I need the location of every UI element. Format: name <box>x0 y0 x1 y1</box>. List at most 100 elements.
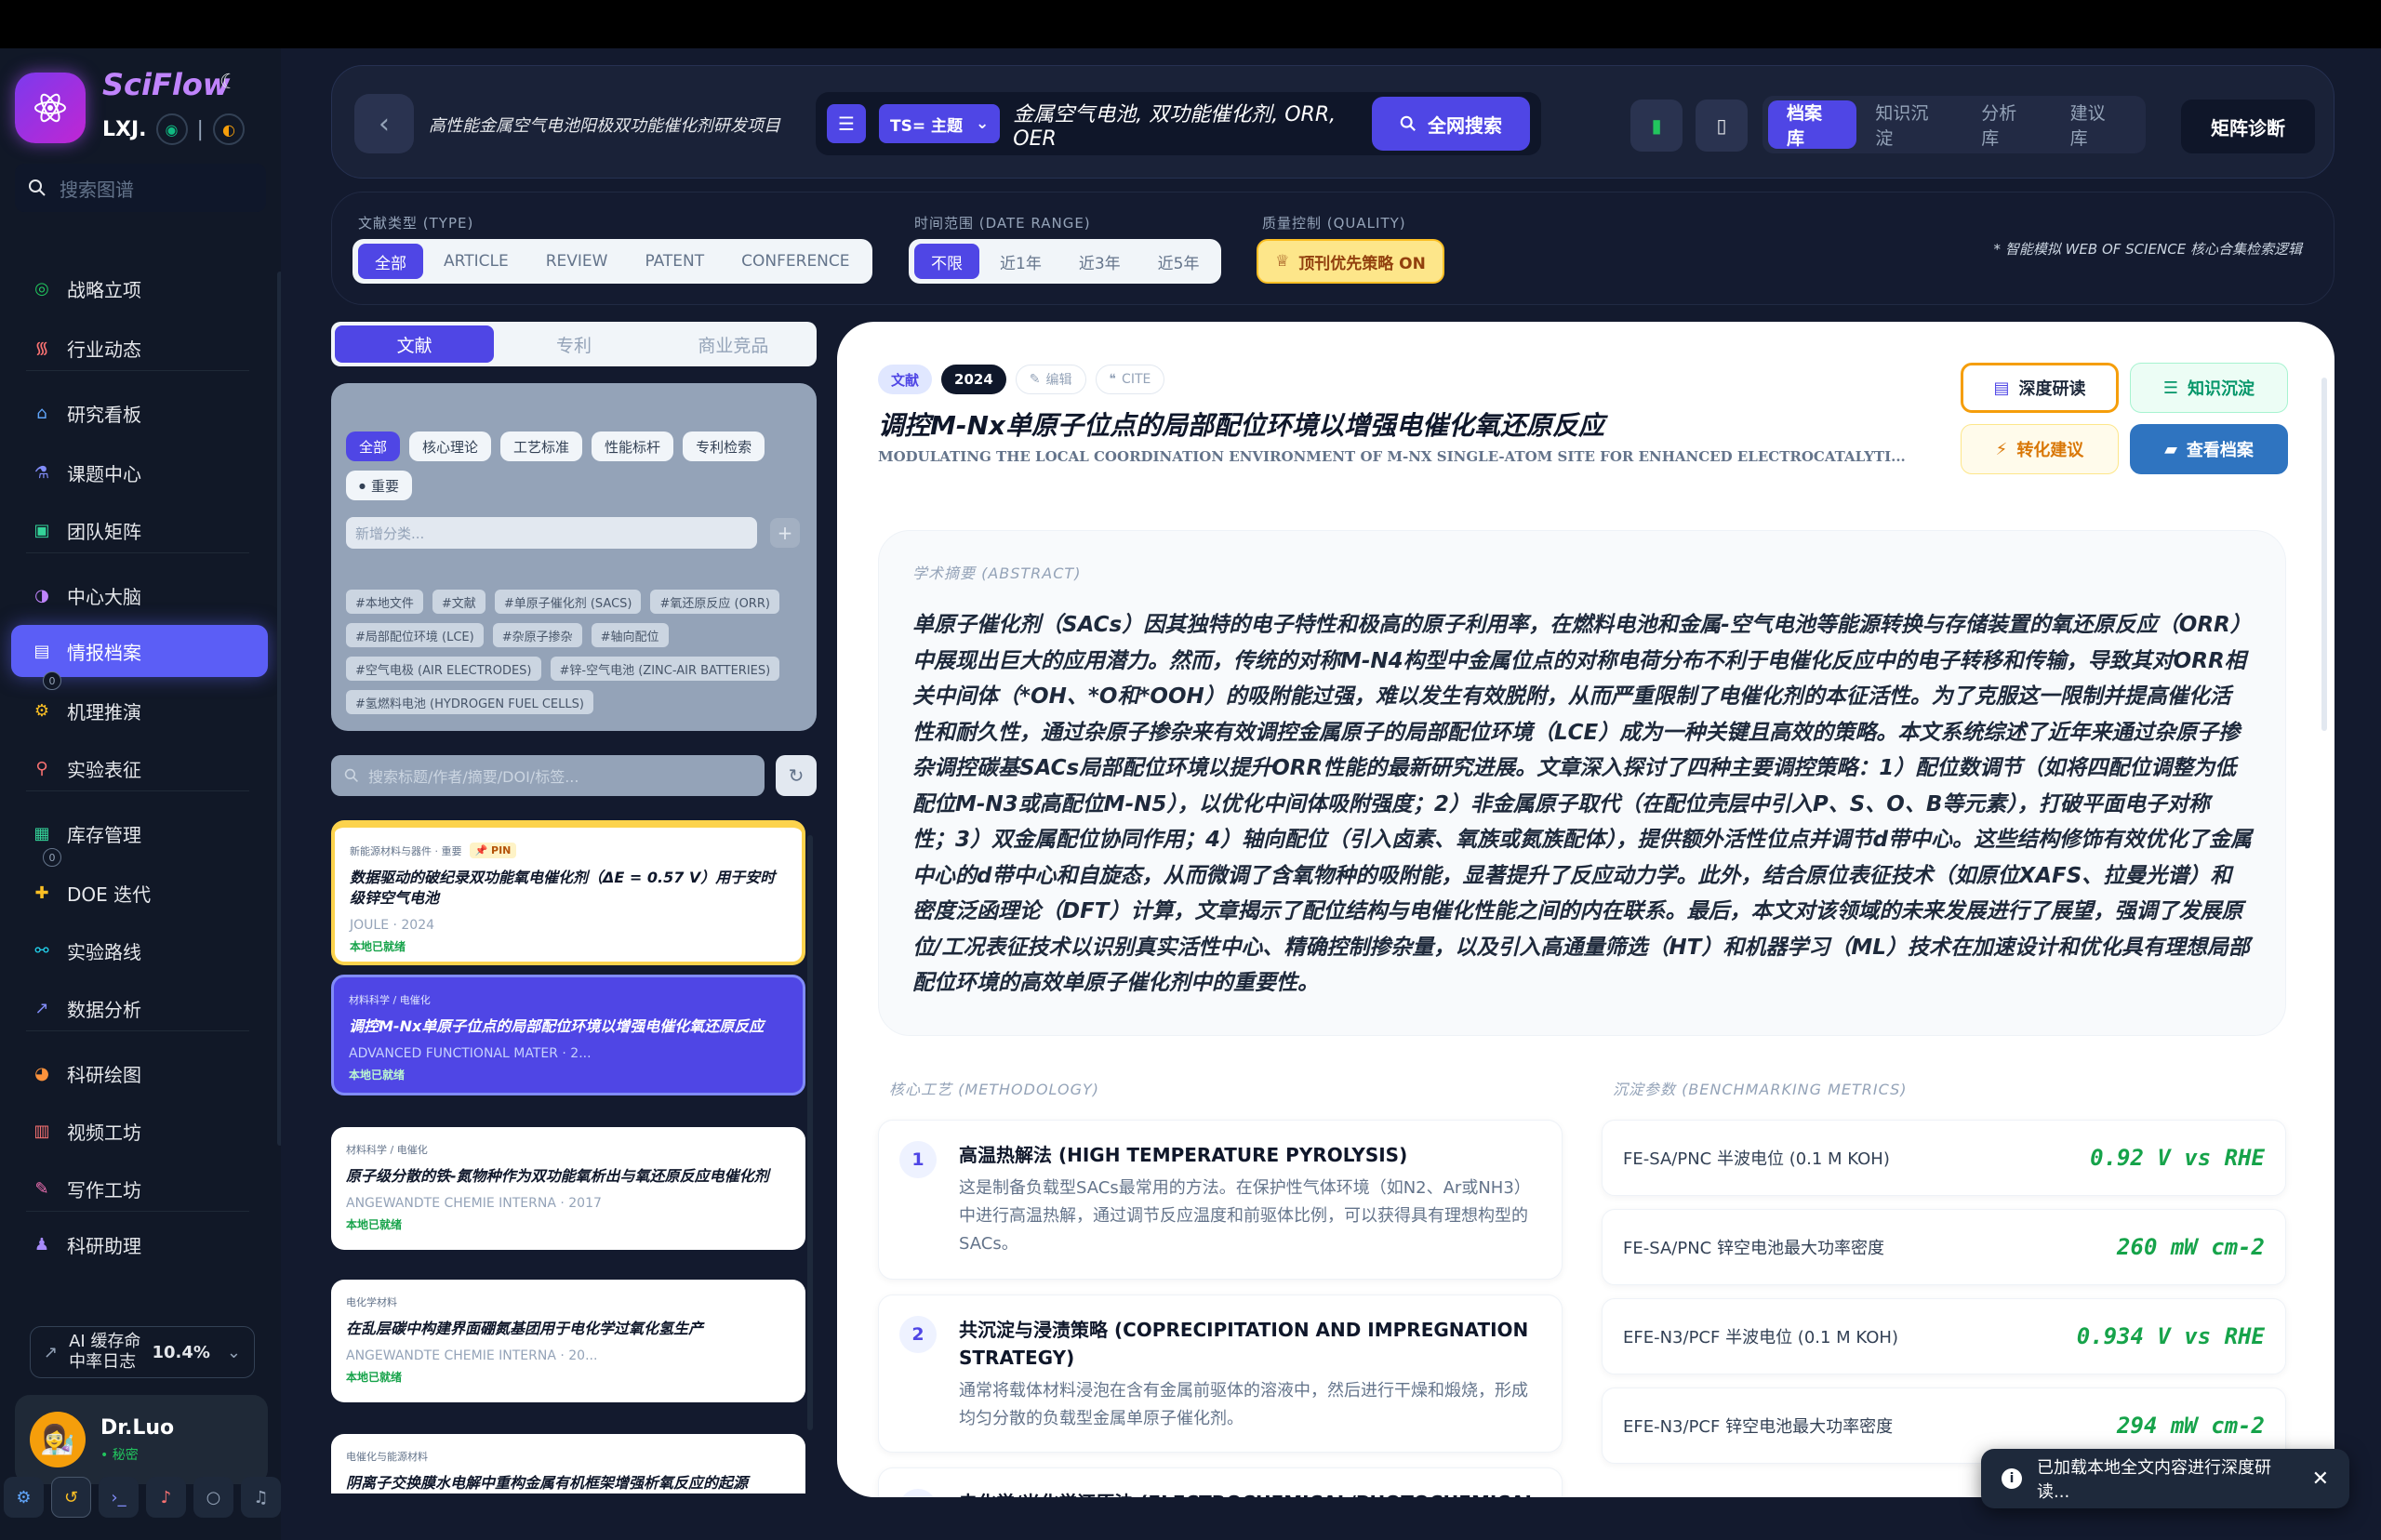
category-chip[interactable]: 全部 <box>346 431 401 461</box>
literature-card[interactable]: 电催化与能源材料 阴离子交换膜水电解中重构金属有机框架增强析氧反应的起源 <box>331 1434 805 1494</box>
tab-literature[interactable]: 文献 <box>335 325 495 363</box>
metric-row: FE-SA/PNC 锌空电池最大功率密度 260 mW cm-2 <box>1602 1209 2286 1285</box>
edit-button[interactable]: ✎ 编辑 <box>1015 365 1086 394</box>
cache-log[interactable]: ↗ AI 缓存命 中率日志 10.4% ⌄ <box>30 1326 255 1378</box>
tab-archive[interactable]: 档案库 <box>1768 100 1857 149</box>
tab-advice[interactable]: 建议库 <box>2052 100 2140 149</box>
sidebar-item-brain[interactable]: ◑ 中心大脑 <box>11 569 268 621</box>
hashtag[interactable]: #本地文件 <box>346 590 423 614</box>
sidebar-item-plotting[interactable]: ◕ 科研绘图 <box>11 1047 268 1099</box>
advice-button[interactable]: ⚡ 转化建议 <box>1961 424 2119 474</box>
tab-analysis[interactable]: 分析库 <box>1962 100 2051 149</box>
circle-icon[interactable]: ○ <box>193 1477 234 1518</box>
bell-icon[interactable]: ♫ <box>241 1477 282 1518</box>
status-ring-icon[interactable]: ◉ <box>155 113 188 145</box>
refresh-button[interactable]: ↻ <box>776 755 817 796</box>
sidebar-item-assistant[interactable]: ♟ 科研助理 <box>11 1218 268 1270</box>
history-icon[interactable]: ↺ <box>51 1477 92 1518</box>
library-tabs: 档案库 知识沉淀 分析库 建议库 <box>1762 96 2146 153</box>
metric-name: FE-SA/PNC 半波电位 (0.1 M KOH) <box>1623 1149 1890 1169</box>
document-button[interactable]: ▯ <box>1696 100 1748 152</box>
category-chip[interactable]: 核心理论 <box>409 431 492 461</box>
sidebar-item-topic[interactable]: ⚗ 课题中心 <box>11 446 268 498</box>
category-chip[interactable]: 工艺标准 <box>500 431 583 461</box>
pin-label: PIN <box>491 844 512 856</box>
moon-icon[interactable]: ☾ <box>219 71 238 94</box>
sidebar-item-strategy[interactable]: ◎ 战略立项 <box>11 262 268 314</box>
detail-scrollbar[interactable] <box>2321 378 2327 731</box>
hashtag[interactable]: #氧还原反应 (ORR) <box>650 590 779 614</box>
save-book-button[interactable]: ▮ <box>1630 100 1683 152</box>
filter-sliders-button[interactable]: ☰ <box>827 104 866 143</box>
microphone-icon[interactable]: ♪ <box>146 1477 187 1518</box>
deep-research-button[interactable]: ▤ 深度研读 <box>1961 363 2119 413</box>
view-archive-button[interactable]: ▰ 查看档案 <box>2130 424 2288 474</box>
sidebar-item-analysis[interactable]: ↗ 数据分析 <box>11 982 268 1034</box>
sidebar-item-route[interactable]: ⚯ 实验路线 <box>11 924 268 976</box>
tab-patent[interactable]: 专利 <box>494 325 653 363</box>
method-card: 3 电化学/光化学还原法 (ELECTROCHEMICAL/PHOTOCHEMI… <box>878 1467 1563 1497</box>
add-category-button[interactable]: + <box>770 518 800 548</box>
sidebar-search[interactable]: 搜索图谱 <box>15 164 266 212</box>
literature-search-input[interactable]: 搜索标题/作者/摘要/DOI/标签... <box>331 755 765 796</box>
sidebar-item-industry[interactable]: ᯾ 行业动态 <box>11 322 268 374</box>
sidebar-item-archive[interactable]: ▤ 情报档案 <box>11 625 268 677</box>
tab-knowledge[interactable]: 知识沉淀 <box>1856 100 1962 149</box>
global-search-button[interactable]: 全网搜索 <box>1372 97 1530 151</box>
category-chip[interactable]: 专利检索 <box>683 431 765 461</box>
brand-separator: | <box>196 117 204 141</box>
new-category-input[interactable]: 新增分类... <box>346 517 757 549</box>
close-icon[interactable]: ✕ <box>2312 1467 2329 1491</box>
knowledge-button[interactable]: ☰ 知识沉淀 <box>2130 363 2288 413</box>
type-option[interactable]: REVIEW <box>529 244 625 279</box>
hashtag[interactable]: #空气电极 (AIR ELECTRODES) <box>346 657 541 681</box>
type-option[interactable]: ARTICLE <box>427 244 525 279</box>
hashtag[interactable]: #局部配位环境 (LCE) <box>346 623 484 647</box>
quality-toggle[interactable]: ♕ 顶刊优先策略 ON <box>1257 239 1444 284</box>
sidebar-item-doe[interactable]: ✚ DOE 迭代 <box>11 867 268 919</box>
category-chips: 全部 核心理论 工艺标准 性能标杆 专利检索 ● 重要 <box>346 431 802 500</box>
date-option[interactable]: 近1年 <box>983 244 1058 279</box>
sidebar-item-video[interactable]: ▥ 视频工坊 <box>11 1105 268 1157</box>
user-card[interactable]: 👩‍🔬 Dr.Luo • 秘密 <box>15 1395 268 1484</box>
type-option[interactable]: PATENT <box>628 244 721 279</box>
date-option[interactable]: 近5年 <box>1141 244 1217 279</box>
cite-button[interactable]: ❝ CITE <box>1095 365 1165 394</box>
list-scrollbar[interactable] <box>807 835 813 1430</box>
sun-icon[interactable]: ◐ <box>212 113 245 145</box>
date-option[interactable]: 不限 <box>914 244 979 279</box>
metric-value: 260 mW cm-2 <box>2117 1234 2265 1260</box>
card-title: 数据驱动的破纪录双功能氧电催化剂（ΔE = 0.57 V）用于安时级锌空气电池 <box>350 869 776 907</box>
sidebar-item-characterization[interactable]: ⚲ 实验表征 <box>11 742 268 794</box>
literature-card[interactable]: 电化学材料 在乱层碳中构建界面硼氮基团用于电化学过氧化氢生产 ANGEWANDT… <box>331 1280 805 1402</box>
hashtag[interactable]: #轴向配位 <box>591 623 669 647</box>
hashtag[interactable]: #单原子催化剂 (SACS) <box>494 590 642 614</box>
literature-card[interactable]: 材料科学 / 电催化 原子级分散的铁-氮物种作为双功能氧析出与氧还原反应电催化剂… <box>331 1127 805 1250</box>
field-selector[interactable]: TS= 主题 ⌄ <box>879 104 1001 143</box>
matrix-diagnose-button[interactable]: 矩阵诊断 <box>2181 100 2315 153</box>
literature-card[interactable]: 材料科学 / 电催化 调控M-Nx单原子位点的局部配位环境以增强电催化氧还原反应… <box>331 975 805 1095</box>
query-input[interactable]: 金属空气电池, 双功能催化剂, ORR, OER <box>1013 98 1359 151</box>
category-chip[interactable]: 性能标杆 <box>592 431 674 461</box>
hashtag[interactable]: #氢燃料电池 (HYDROGEN FUEL CELLS) <box>346 690 593 714</box>
type-option[interactable]: 全部 <box>358 244 423 279</box>
sidebar-item-mechanism[interactable]: ⚙ 机理推演 <box>11 684 268 737</box>
hashtag[interactable]: #锌-空气电池 (ZINC-AIR BATTERIES) <box>550 657 780 681</box>
terminal-icon[interactable]: ›_ <box>99 1477 140 1518</box>
settings-icon[interactable]: ⚙ <box>4 1477 44 1518</box>
method-title: 电化学/光化学还原法 (ELECTROCHEMICAL/PHOTOCHEMICA… <box>959 1489 1543 1497</box>
chart-icon: ↗ <box>34 998 49 1018</box>
type-option[interactable]: CONFERENCE <box>725 244 866 279</box>
app-logo[interactable] <box>15 73 86 143</box>
literature-card[interactable]: 新能源材料与器件 · 重要 📌 PIN 数据驱动的破纪录双功能氧电催化剂（ΔE =… <box>331 820 805 965</box>
back-button[interactable]: ‹ <box>354 94 414 153</box>
sidebar-item-team[interactable]: ▣ 团队矩阵 <box>11 504 268 556</box>
hashtag[interactable]: #文献 <box>432 590 486 614</box>
deep-research-label: 深度研读 <box>2018 379 2086 399</box>
sidebar-item-writing[interactable]: ✎ 写作工坊 <box>11 1162 268 1215</box>
date-option[interactable]: 近3年 <box>1062 244 1137 279</box>
hashtag[interactable]: #杂原子掺杂 <box>492 623 582 647</box>
tab-competitor[interactable]: 商业竞品 <box>654 325 813 363</box>
important-chip[interactable]: ● 重要 <box>346 471 412 500</box>
sidebar-item-board[interactable]: ⌂ 研究看板 <box>11 387 268 439</box>
